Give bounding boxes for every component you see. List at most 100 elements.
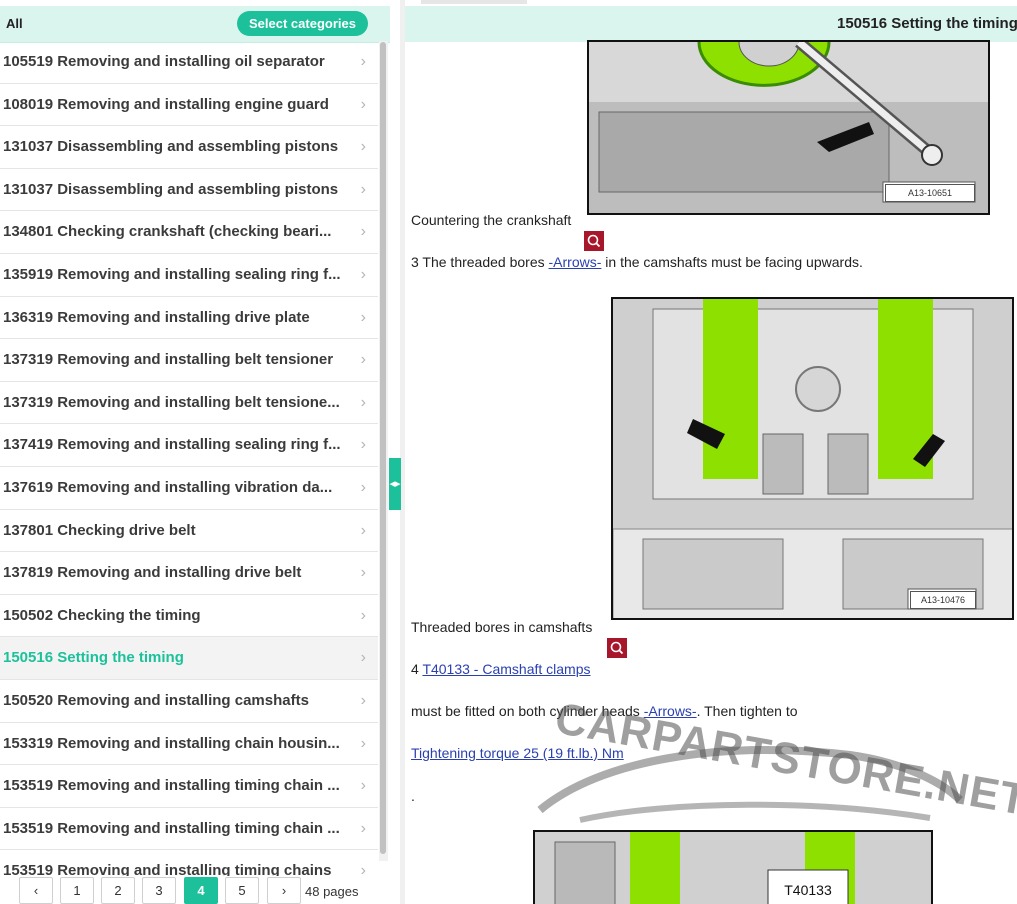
toc-item-label: 105519 Removing and installing oil separ… — [3, 53, 325, 70]
caption-countering-crankshaft: Countering the crankshaft — [411, 212, 572, 228]
toc-item[interactable]: 153519 Removing and installing timing ch… — [0, 850, 378, 876]
toc-item[interactable]: 153319 Removing and installing chain hou… — [0, 723, 378, 766]
toc-list: 105519 Removing and installing oil separ… — [0, 41, 378, 876]
zoom-button[interactable] — [584, 231, 604, 251]
chevron-right-icon: › — [360, 138, 366, 156]
pagination-page-3[interactable]: 3 — [142, 877, 176, 904]
toc-item[interactable]: 131037 Disassembling and assembling pist… — [0, 126, 378, 169]
chevron-right-icon: › — [360, 265, 366, 283]
chevron-right-icon: › — [360, 564, 366, 582]
toc-item-label: 134801 Checking crankshaft (checking bea… — [3, 223, 332, 241]
pagination-total-pages: 48 pages — [305, 884, 359, 899]
document-header: 150516 Setting the timing — [405, 6, 1017, 42]
filter-all-label[interactable]: All — [6, 16, 23, 31]
toc-item[interactable]: 153519 Removing and installing timing ch… — [0, 808, 378, 851]
toc-item-label: 108019 Removing and installing engine gu… — [3, 95, 329, 113]
magnifier-icon — [610, 641, 624, 655]
chevron-right-icon: › — [360, 95, 366, 113]
toc-item-label: 137619 Removing and installing vibration… — [3, 478, 333, 496]
pagination-page-4[interactable]: 4 — [184, 877, 218, 904]
chevron-right-icon: › — [360, 777, 366, 795]
paragraph-dot: . — [411, 788, 415, 804]
toc-item[interactable]: 135919 Removing and installing sealing r… — [0, 254, 378, 297]
toc-item-label: 137319 Removing and installing belt tens… — [3, 351, 334, 369]
chevron-right-icon: › — [360, 223, 366, 241]
toc-item-label: 131037 Disassembling and assembling pist… — [3, 138, 339, 156]
toc-item-label: 150520 Removing and installing camshafts — [3, 691, 309, 709]
toc-item[interactable]: 153519 Removing and installing timing ch… — [0, 765, 378, 808]
toc-item[interactable]: 137619 Removing and installing vibration… — [0, 467, 378, 510]
camshaft-clamp-illustration — [535, 832, 931, 904]
toc-item-label: 137319 Removing and installing belt tens… — [3, 393, 340, 411]
toc-item-label: 153519 Removing and installing timing ch… — [3, 777, 340, 795]
chevron-right-icon: › — [360, 53, 366, 70]
figure-crankshaft: A13-10651 — [587, 40, 990, 215]
toc-item-label: 153519 Removing and installing timing ch… — [3, 819, 340, 837]
toc-item-label: 137801 Checking drive belt — [3, 521, 196, 539]
document-title: 150516 Setting the timing — [837, 15, 1017, 32]
toc-item[interactable]: 131037 Disassembling and assembling pist… — [0, 169, 378, 212]
toc-panel: All Select categories 105519 Removing an… — [0, 0, 390, 904]
toc-item-label: 131037 Disassembling and assembling pist… — [3, 180, 339, 198]
figure-label: A13-10476 — [910, 591, 976, 609]
toc-item-label: 137819 Removing and installing drive bel… — [3, 564, 302, 582]
arrows-link[interactable]: -Arrows- — [549, 254, 602, 270]
chevron-right-icon: › — [360, 521, 366, 539]
camshaft-clamps-link[interactable]: T40133 - Camshaft clamps — [422, 661, 590, 677]
toc-item[interactable]: 137319 Removing and installing belt tens… — [0, 339, 378, 382]
pagination-page-2[interactable]: 2 — [101, 877, 135, 904]
magnifier-icon — [587, 234, 601, 248]
chevron-right-icon: › — [360, 862, 366, 876]
toc-item-label: 150516 Setting the timing — [3, 649, 184, 667]
resize-arrows-icon: ◂▸ — [389, 478, 401, 490]
step-3-suffix: in the camshafts must be facing upwards. — [601, 254, 863, 270]
select-categories-button[interactable]: Select categories — [237, 11, 368, 36]
camshaft-illustration — [613, 299, 1012, 618]
figure-camshaft-bores: A13-10476 — [611, 297, 1014, 620]
pagination-page-1[interactable]: 1 — [60, 877, 94, 904]
toc-item[interactable]: 137419 Removing and installing sealing r… — [0, 424, 378, 467]
chevron-right-icon: › — [360, 734, 366, 752]
chevron-right-icon: › — [360, 351, 366, 369]
toc-item[interactable]: 134801 Checking crankshaft (checking bea… — [0, 211, 378, 254]
clamp-tool-label: T40133 — [784, 882, 832, 898]
figure-label: A13-10651 — [885, 184, 975, 202]
panel-resize-handle[interactable]: ◂▸ — [389, 458, 401, 510]
step-4-heading: 4 T40133 - Camshaft clamps — [411, 661, 591, 677]
toc-item-label: 135919 Removing and installing sealing r… — [3, 265, 341, 283]
toc-item-label: 150502 Checking the timing — [3, 606, 201, 624]
toc-item[interactable]: 136319 Removing and installing drive pla… — [0, 297, 378, 340]
chevron-right-icon: › — [360, 308, 366, 326]
chevron-right-icon: › — [360, 649, 366, 667]
step-3-prefix: 3 The threaded bores — [411, 254, 549, 270]
figure-camshaft-clamps: T40133 — [533, 830, 933, 904]
chevron-right-icon: › — [360, 436, 366, 454]
toc-item[interactable]: 137319 Removing and installing belt tens… — [0, 382, 378, 425]
toc-item[interactable]: 137801 Checking drive belt › — [0, 510, 378, 553]
toc-item[interactable]: 105519 Removing and installing oil separ… — [0, 41, 378, 84]
toc-scrollbar-thumb[interactable] — [380, 42, 386, 854]
toc-header: All Select categories — [0, 6, 390, 43]
chevron-right-icon: › — [360, 393, 366, 411]
toc-item[interactable]: 150502 Checking the timing › — [0, 595, 378, 638]
pagination-prev-button[interactable]: ‹ — [19, 877, 53, 904]
toc-item[interactable]: 108019 Removing and installing engine gu… — [0, 84, 378, 127]
toc-item-label: 153319 Removing and installing chain hou… — [3, 734, 340, 752]
pagination-page-5[interactable]: 5 — [225, 877, 259, 904]
caption-threaded-bores: Threaded bores in camshafts — [411, 619, 593, 635]
step-3-text: 3 The threaded bores -Arrows- in the cam… — [411, 254, 863, 270]
toc-item[interactable]: 150520 Removing and installing camshafts… — [0, 680, 378, 723]
toc-item-active[interactable]: 150516 Setting the timing › — [0, 637, 378, 680]
pagination-next-button[interactable]: › — [267, 877, 301, 904]
pagination: ‹ 1 2 3 4 5 › 48 pages — [0, 877, 390, 904]
step-4-number: 4 — [411, 661, 423, 677]
toc-item-label: 153519 Removing and installing timing ch… — [3, 862, 332, 876]
chevron-right-icon: › — [360, 606, 366, 624]
zoom-button[interactable] — [607, 638, 627, 658]
toc-item[interactable]: 137819 Removing and installing drive bel… — [0, 552, 378, 595]
toc-item-label: 136319 Removing and installing drive pla… — [3, 308, 310, 326]
chevron-right-icon: › — [360, 691, 366, 709]
chevron-right-icon: › — [360, 819, 366, 837]
chevron-right-icon: › — [360, 478, 366, 496]
toc-item-label: 137419 Removing and installing sealing r… — [3, 436, 341, 454]
